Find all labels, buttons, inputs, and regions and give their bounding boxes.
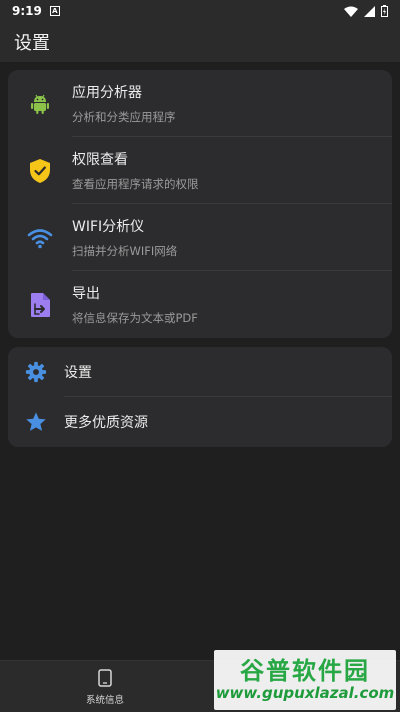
wifi-signal-icon bbox=[344, 6, 358, 17]
phone-icon bbox=[98, 669, 112, 687]
tool-subtitle: 分析和分类应用程序 bbox=[72, 110, 176, 124]
nav-item-system-info[interactable]: 系统信息 bbox=[60, 669, 150, 706]
battery-icon bbox=[381, 5, 388, 17]
export-file-icon bbox=[31, 292, 50, 317]
tool-title: 导出 bbox=[72, 286, 100, 302]
tool-item-app-analyzer[interactable]: 应用分析器 分析和分类应用程序 bbox=[8, 70, 392, 137]
tool-subtitle: 将信息保存为文本或PDF bbox=[72, 311, 198, 325]
settings-label: 设置 bbox=[64, 365, 92, 381]
notification-icon: A bbox=[49, 6, 60, 16]
settings-item[interactable]: 设置 bbox=[8, 347, 392, 397]
tool-item-export[interactable]: 导出 将信息保存为文本或PDF bbox=[8, 271, 392, 338]
more-resources-item[interactable]: 更多优质资源 bbox=[8, 397, 392, 447]
android-icon bbox=[31, 94, 49, 114]
tools-card: 应用分析器 分析和分类应用程序 权限查看 查看应用程序请求的权限 WIFI分析仪… bbox=[8, 70, 392, 338]
watermark-url: www.gupuxlazal.com bbox=[215, 684, 395, 702]
status-time: 9:19 bbox=[12, 4, 42, 18]
tool-subtitle: 扫描并分析WIFI网络 bbox=[72, 244, 178, 258]
watermark: 谷普软件园 www.gupuxlazal.com bbox=[214, 650, 396, 710]
settings-card: 设置 更多优质资源 bbox=[8, 347, 392, 447]
tool-title: WIFI分析仪 bbox=[72, 219, 145, 235]
star-icon bbox=[26, 412, 46, 431]
page-title: 设置 bbox=[14, 33, 50, 54]
tool-title: 应用分析器 bbox=[72, 85, 142, 101]
nav-label: 系统信息 bbox=[85, 695, 124, 706]
gear-icon bbox=[25, 361, 47, 383]
cell-signal-icon bbox=[364, 5, 375, 17]
app-bar: 设置 bbox=[0, 22, 400, 62]
tool-subtitle: 查看应用程序请求的权限 bbox=[72, 177, 199, 191]
screen: 9:19 A 设置 应用分析器 分析和分类应用程序 权限查看 查看应用程序请求的… bbox=[0, 0, 400, 712]
status-bar: 9:19 A bbox=[0, 0, 400, 22]
tool-title: 权限查看 bbox=[72, 152, 128, 168]
status-icons bbox=[344, 5, 388, 17]
watermark-title: 谷普软件园 bbox=[240, 657, 370, 685]
tool-item-permission-viewer[interactable]: 权限查看 查看应用程序请求的权限 bbox=[8, 137, 392, 204]
shield-check-icon bbox=[30, 158, 50, 183]
wifi-icon bbox=[27, 228, 53, 248]
more-resources-label: 更多优质资源 bbox=[64, 415, 148, 431]
tool-item-wifi-analyzer[interactable]: WIFI分析仪 扫描并分析WIFI网络 bbox=[8, 204, 392, 271]
